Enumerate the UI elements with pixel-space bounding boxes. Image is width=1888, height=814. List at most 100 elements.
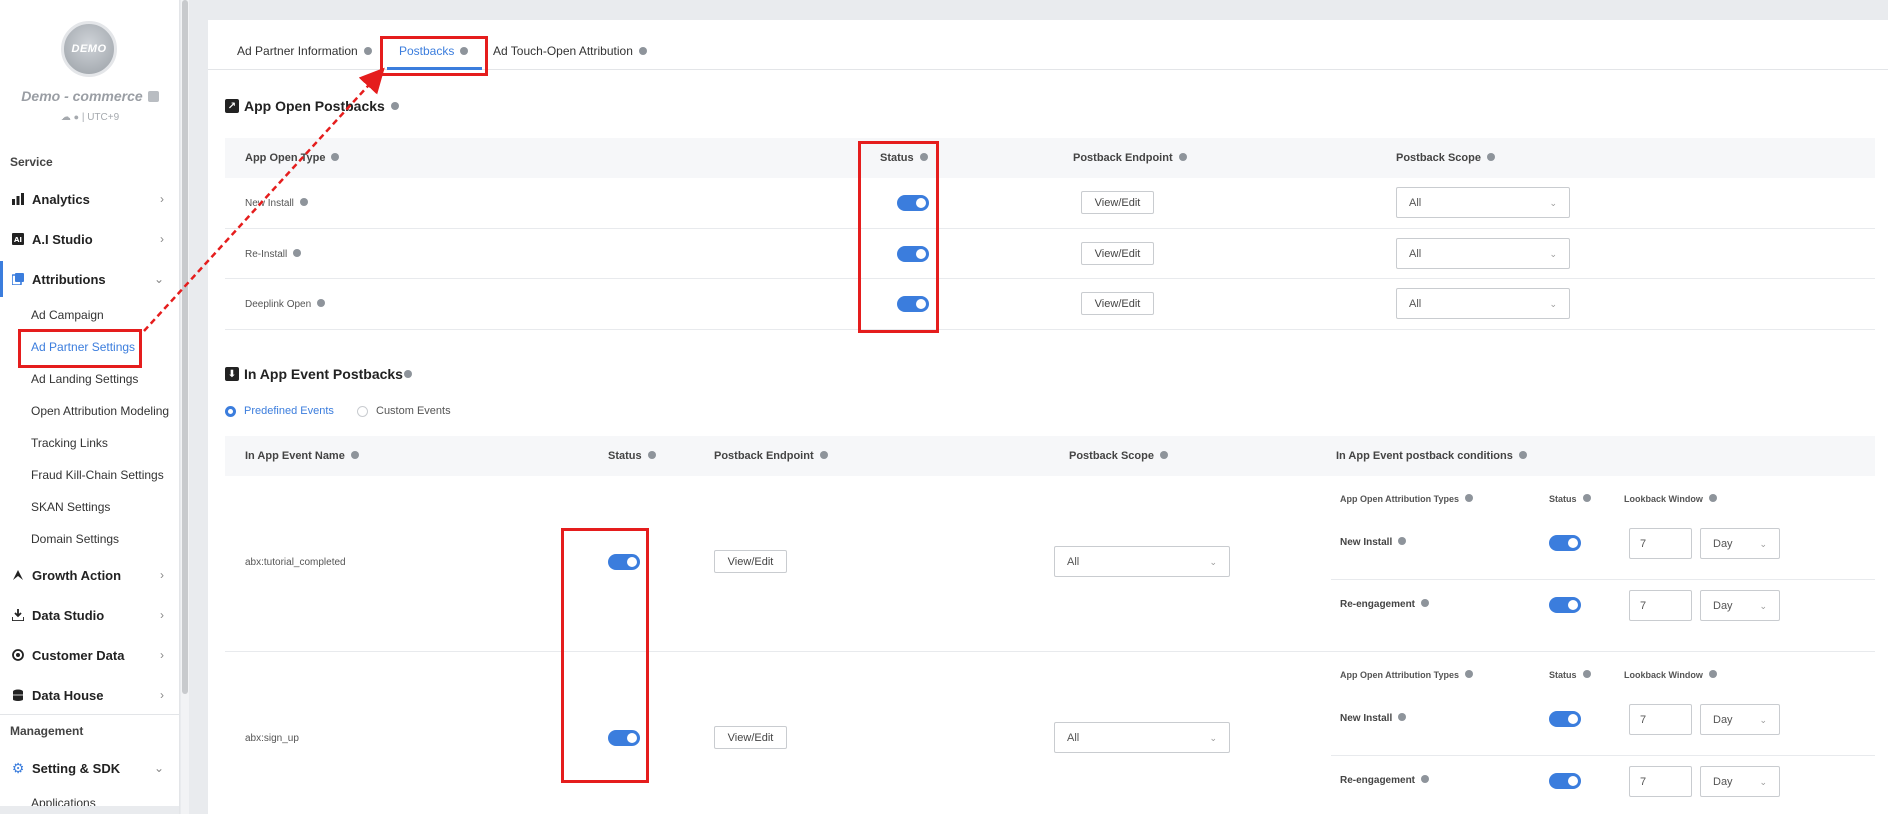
sidebar-sub-ad-landing-settings[interactable]: Ad Landing Settings: [31, 372, 138, 386]
view-edit-button[interactable]: View/Edit: [1081, 191, 1154, 214]
sidebar-sub-ad-campaign[interactable]: Ad Campaign: [31, 308, 104, 322]
scope-select[interactable]: All ⌄: [1054, 546, 1230, 577]
sidebar-item-label: Attributions: [32, 271, 106, 287]
condition-status-toggle[interactable]: [1549, 535, 1581, 551]
sidebar-item-attributions[interactable]: Attributions ⌄: [0, 261, 179, 297]
info-icon: [1465, 670, 1473, 678]
lookback-days-input[interactable]: 7: [1629, 766, 1692, 797]
view-edit-button[interactable]: View/Edit: [1081, 242, 1154, 265]
annotation-box-postbacks-tab: [380, 36, 488, 76]
app-open-type: New Install: [245, 198, 308, 209]
sidebar-sub-open-attribution-modeling[interactable]: Open Attribution Modeling: [31, 404, 169, 418]
info-icon: [1178, 153, 1187, 161]
scope-select[interactable]: All ⌄: [1054, 722, 1230, 753]
info-icon: [638, 47, 647, 55]
chevron-down-icon: ⌄: [153, 761, 164, 775]
divider: [1331, 755, 1875, 756]
table-row: Re-Install View/Edit All ⌄: [225, 229, 1875, 279]
sidebar: DEMO Demo - commerce ☁ ● | UTC+9 Service…: [0, 0, 180, 814]
header-postback-scope: Postback Scope: [1069, 450, 1168, 462]
header-postback-conditions: In App Event postback conditions: [1336, 450, 1527, 462]
sidebar-item-setting-sdk[interactable]: ⚙ Setting & SDK ⌄: [0, 750, 179, 786]
sidebar-item-label: Growth Action: [32, 567, 122, 583]
sidebar-item-ai-studio[interactable]: AI A.I Studio ›: [0, 221, 179, 257]
view-edit-button[interactable]: View/Edit: [714, 726, 787, 749]
info-icon: [299, 198, 308, 206]
info-icon: [1582, 494, 1591, 502]
radio-custom-events[interactable]: Custom Events: [357, 405, 451, 417]
scrollbar-thumb[interactable]: [182, 0, 188, 694]
lookback-unit-select[interactable]: Day ⌄: [1700, 766, 1780, 797]
tab-ad-partner-information[interactable]: Ad Partner Information: [237, 44, 372, 58]
app-open-table-header: App Open Type Status Postback Endpoint P…: [225, 138, 1875, 178]
sidebar-sub-fraud-kill-chain[interactable]: Fraud Kill-Chain Settings: [31, 468, 164, 482]
condition-status-toggle[interactable]: [1549, 711, 1581, 727]
sidebar-sub-skan-settings[interactable]: SKAN Settings: [31, 500, 110, 514]
app-avatar[interactable]: DEMO: [61, 21, 117, 77]
app-switch-icon[interactable]: [147, 91, 159, 102]
info-icon: [1465, 494, 1473, 502]
radio-predefined-events[interactable]: Predefined Events: [225, 405, 334, 417]
tab-ad-touch-open-attribution[interactable]: Ad Touch-Open Attribution: [493, 44, 647, 58]
chevron-right-icon: ›: [160, 232, 164, 246]
sidebar-item-customer-data[interactable]: Customer Data ›: [0, 637, 179, 673]
sidebar-item-label: Data Studio: [32, 607, 105, 623]
header-in-app-event-name: In App Event Name: [245, 450, 359, 462]
radio-dot: [357, 405, 368, 417]
sidebar-item-data-house[interactable]: Data House ›: [0, 677, 179, 713]
event-name: abx:tutorial_completed: [245, 557, 346, 568]
growth-icon: [11, 568, 25, 582]
lookback-days-input[interactable]: 7: [1629, 590, 1692, 621]
chevron-down-icon: ⌄: [1209, 557, 1217, 567]
sub-header-status: Status: [1549, 670, 1591, 680]
condition-type: New Install: [1340, 713, 1407, 724]
lookback-days-input[interactable]: 7: [1629, 528, 1692, 559]
view-edit-button[interactable]: View/Edit: [714, 550, 787, 573]
app-open-type: Re-Install: [245, 249, 302, 260]
chevron-down-icon: ⌄: [1209, 733, 1217, 743]
chevron-down-icon: ⌄: [1549, 299, 1557, 309]
info-icon: [293, 249, 302, 257]
condition-status-toggle[interactable]: [1549, 597, 1581, 613]
apple-icon: ●: [73, 112, 80, 122]
chevron-down-icon: ⌄: [1759, 601, 1767, 611]
info-icon: [331, 153, 340, 161]
in-app-table-header: In App Event Name Status Postback Endpoi…: [225, 436, 1875, 476]
scope-select[interactable]: All ⌄: [1396, 187, 1570, 218]
sidebar-item-growth-action[interactable]: Growth Action ›: [0, 557, 179, 593]
view-edit-button[interactable]: View/Edit: [1081, 292, 1154, 315]
lookback-days-input[interactable]: 7: [1629, 704, 1692, 735]
cloud-icon: ☁: [60, 112, 71, 123]
app-name[interactable]: Demo - commerce: [0, 88, 179, 104]
chevron-down-icon: ⌄: [153, 272, 164, 286]
database-icon: [11, 688, 25, 702]
sidebar-sub-tracking-links[interactable]: Tracking Links: [31, 436, 108, 450]
sidebar-item-analytics[interactable]: Analytics ›: [0, 181, 179, 217]
condition-status-toggle[interactable]: [1549, 773, 1581, 789]
sidebar-item-data-studio[interactable]: Data Studio ›: [0, 597, 179, 633]
lookback-unit-select[interactable]: Day ⌄: [1700, 590, 1780, 621]
info-icon: [363, 47, 372, 55]
chevron-down-icon: ⌄: [1759, 777, 1767, 787]
lookback-unit-select[interactable]: Day ⌄: [1700, 704, 1780, 735]
target-icon: [11, 648, 25, 662]
annotation-box-in-app-status: [561, 528, 649, 783]
tab-label: Ad Touch-Open Attribution: [493, 44, 633, 58]
table-row: abx:sign_up View/Edit All ⌄ App Open Attr…: [225, 652, 1875, 814]
ai-icon: AI: [11, 232, 25, 246]
info-icon: [1398, 537, 1407, 545]
info-icon: [1518, 451, 1527, 459]
info-icon: [317, 299, 326, 307]
chevron-right-icon: ›: [160, 688, 164, 702]
main-panel: Ad Partner Information Postbacks Ad Touc…: [208, 20, 1888, 814]
app-meta: ☁ ● | UTC+9: [60, 112, 120, 123]
info-icon: [403, 370, 412, 378]
service-label: Service: [10, 155, 53, 169]
sidebar-scrollbar[interactable]: [181, 0, 189, 814]
header-postback-scope: Postback Scope: [1396, 152, 1495, 164]
lookback-unit-select[interactable]: Day ⌄: [1700, 528, 1780, 559]
scope-select[interactable]: All ⌄: [1396, 238, 1570, 269]
scope-select[interactable]: All ⌄: [1396, 288, 1570, 319]
sidebar-sub-domain-settings[interactable]: Domain Settings: [31, 532, 119, 546]
sidebar-item-label: Setting & SDK: [32, 760, 121, 776]
